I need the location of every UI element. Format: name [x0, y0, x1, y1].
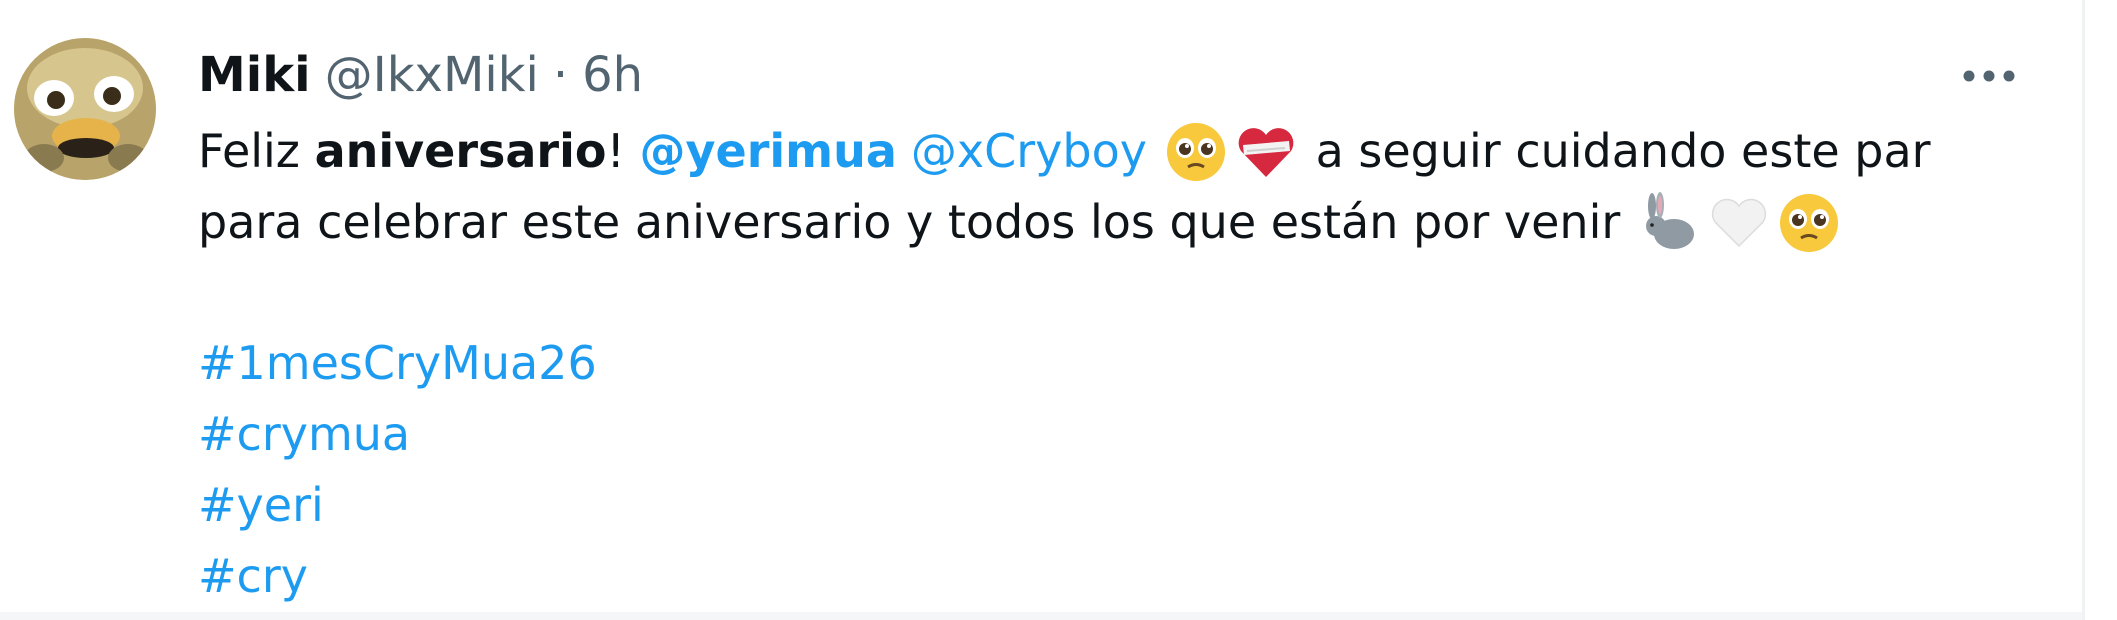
timeline-border [2082, 0, 2085, 620]
hashtag-line: #cry [198, 541, 2038, 612]
tweet-text-line-2: para celebrar este aniversario y todos l… [198, 187, 2038, 258]
hashtag-link[interactable]: #1mesCryMua26 [198, 328, 597, 399]
tweet-card[interactable]: Miki @IkxMiki · 6h Feliz aniversario ! @… [0, 0, 2080, 610]
tweet-text: Feliz aniversario ! @yerimua @xCryboy a … [198, 116, 2038, 612]
mention-link[interactable]: @yerimua [640, 116, 897, 187]
tweet-header: Miki @IkxMiki · 6h [198, 40, 643, 110]
tweet-timestamp[interactable]: 6h [582, 40, 643, 110]
text-segment: ! [606, 124, 640, 178]
hashtag-line: #yeri [198, 470, 2038, 541]
pleading-face-emoji-icon [1165, 121, 1227, 183]
hashtag-link[interactable]: #yeri [198, 470, 324, 541]
tweet-divider [0, 612, 2082, 620]
white-heart-emoji-icon [1708, 192, 1770, 254]
avatar[interactable] [14, 38, 156, 180]
more-horizontal-icon [1963, 70, 2015, 82]
hashtag-line: #1mesCryMua26 [198, 328, 2038, 399]
text-segment: para celebrar este aniversario y todos l… [198, 195, 1621, 249]
pleading-face-emoji-icon [1778, 192, 1840, 254]
mending-heart-emoji-icon [1235, 121, 1297, 183]
hashtag-link[interactable]: #cry [198, 541, 308, 612]
mention-link[interactable]: @xCryboy [911, 116, 1147, 187]
hashtag-line: #crymua [198, 399, 2038, 470]
text-segment: a seguir cuidando este par [1300, 124, 1931, 178]
rabbit-emoji-icon [1638, 191, 1700, 254]
separator-dot: · [552, 47, 569, 103]
hashtag-link[interactable]: #crymua [198, 399, 410, 470]
more-options-button[interactable] [1954, 44, 2024, 108]
author-name[interactable]: Miki [198, 40, 311, 110]
text-segment-bold: aniversario [314, 124, 607, 178]
text-segment: Feliz [198, 124, 315, 178]
tweet-text-line-1: Feliz aniversario ! @yerimua @xCryboy a … [198, 116, 2038, 187]
author-handle[interactable]: @IkxMiki [325, 40, 539, 110]
